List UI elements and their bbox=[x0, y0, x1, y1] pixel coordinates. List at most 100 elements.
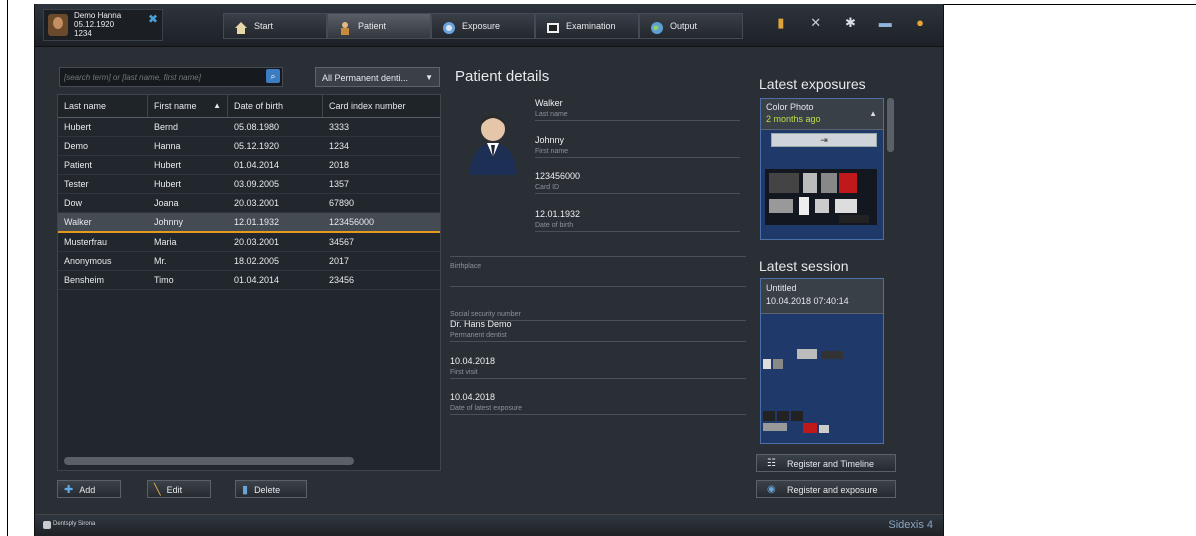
dentist-filter-value: All Permanent denti... bbox=[322, 73, 409, 83]
first-visit-value: 10.04.2018 bbox=[450, 356, 496, 366]
col-card-index[interactable]: Card index number bbox=[323, 95, 440, 117]
tab-output-label: Output bbox=[670, 21, 698, 31]
trash-icon: ▮ bbox=[242, 484, 249, 496]
patient-table: Last name First name ▲ Date of birth Car… bbox=[57, 94, 441, 471]
add-button[interactable]: ✚ Add bbox=[57, 480, 121, 498]
register-exposure-button[interactable]: ◉ Register and exposure bbox=[756, 480, 896, 498]
patient-table-header: Last name First name ▲ Date of birth Car… bbox=[58, 95, 440, 118]
globe-icon bbox=[650, 20, 664, 34]
session-thumbnail bbox=[763, 319, 879, 439]
tools-icon[interactable]: ✕ bbox=[807, 14, 825, 32]
table-cell: Johnny bbox=[154, 217, 184, 227]
delete-button-label: Delete bbox=[254, 485, 281, 495]
close-patient-icon[interactable]: ✖ bbox=[148, 12, 158, 26]
tab-start-label: Start bbox=[254, 21, 274, 31]
table-row[interactable]: Patient Hubert 01.04.2014 2018 bbox=[58, 156, 440, 175]
patient-table-body: Hubert Bernd 05.08.1980 3333 Demo Hanna 05.12.… bbox=[58, 118, 440, 290]
brand-logo: Dentsply Sirona bbox=[43, 519, 113, 533]
brand-name: Dentsply Sirona bbox=[53, 521, 96, 527]
tab-patient[interactable]: Patient bbox=[327, 13, 431, 39]
table-cell: Musterfrau bbox=[64, 237, 108, 247]
table-cell: 12.01.1932 bbox=[234, 217, 280, 227]
col-last-name[interactable]: Last name bbox=[58, 95, 148, 117]
table-cell: Walker bbox=[64, 217, 92, 227]
table-cell: 20.03.2001 bbox=[234, 198, 280, 208]
table-cell: Tester bbox=[64, 179, 89, 189]
chevron-up-icon[interactable]: ▲ bbox=[869, 109, 877, 118]
patient-search-box: ⌕ bbox=[59, 67, 283, 87]
patient-dob: 05.12.1920 bbox=[74, 20, 115, 29]
first-visit-field[interactable]: 10.04.2018 First visit bbox=[450, 354, 746, 379]
register-exposure-label: Register and exposure bbox=[787, 485, 878, 495]
table-cell: Timo bbox=[154, 275, 174, 285]
add-button-label: Add bbox=[79, 485, 96, 495]
table-row[interactable]: Demo Hanna 05.12.1920 1234 bbox=[58, 137, 440, 156]
dob-value: 12.01.1932 bbox=[535, 209, 581, 219]
home-icon bbox=[234, 20, 248, 34]
patient-details-title: Patient details bbox=[455, 68, 550, 85]
first-name-value: Johnny bbox=[535, 135, 565, 145]
table-cell: 05.12.1920 bbox=[234, 141, 280, 151]
patient-avatar bbox=[48, 14, 68, 36]
table-row[interactable]: Musterfrau Maria 20.03.2001 34567 bbox=[58, 233, 440, 252]
open-exposure-icon[interactable]: ⇥ bbox=[771, 133, 877, 147]
dentist-filter-select[interactable]: All Permanent denti... ▼ bbox=[315, 67, 440, 87]
patient-search-input[interactable] bbox=[64, 70, 244, 84]
first-name-field[interactable]: Johnny First name bbox=[535, 133, 740, 158]
latest-exposure-card[interactable]: Color Photo 2 months ago ▲ ⇥ bbox=[760, 98, 884, 240]
chevron-down-icon: ▼ bbox=[425, 73, 433, 82]
bookmark-icon[interactable]: ▮ bbox=[772, 14, 790, 32]
product-name: Sidexis 4 bbox=[888, 519, 933, 531]
tab-examination[interactable]: Examination bbox=[535, 13, 639, 39]
card-id-field[interactable]: 123456000 Card ID bbox=[535, 169, 740, 194]
table-row[interactable]: Anonymous Mr. 18.02.2005 2017 bbox=[58, 252, 440, 271]
table-cell: Maria bbox=[154, 237, 177, 247]
table-cell: Hubert bbox=[154, 160, 182, 170]
separator bbox=[450, 256, 746, 257]
table-cell: Joana bbox=[154, 198, 179, 208]
gear-icon[interactable]: ✱ bbox=[841, 14, 859, 32]
birthplace-field[interactable]: Birthplace bbox=[450, 262, 746, 287]
tab-start[interactable]: Start bbox=[223, 13, 327, 39]
register-timeline-button[interactable]: ☷ Register and Timeline bbox=[756, 454, 896, 472]
dentist-field[interactable]: Dr. Hans Demo Permanent dentist bbox=[450, 317, 746, 342]
last-name-field[interactable]: Walker Last name bbox=[535, 96, 740, 121]
horizontal-scrollbar[interactable] bbox=[64, 457, 354, 465]
table-row[interactable]: Dow Joana 20.03.2001 67890 bbox=[58, 194, 440, 213]
edit-button-label: Edit bbox=[166, 485, 183, 495]
register-timeline-label: Register and Timeline bbox=[787, 459, 875, 469]
dentist-label: Permanent dentist bbox=[450, 332, 507, 339]
col-date-of-birth[interactable]: Date of birth bbox=[228, 95, 323, 117]
tab-exposure[interactable]: Exposure bbox=[431, 13, 535, 39]
dob-field[interactable]: 12.01.1932 Date of birth bbox=[535, 207, 740, 232]
brand-mark-icon bbox=[43, 521, 51, 529]
window-icon[interactable]: ▬ bbox=[876, 14, 894, 32]
tab-output[interactable]: Output bbox=[639, 13, 743, 39]
patient-id: 1234 bbox=[74, 29, 92, 38]
table-cell: Dow bbox=[64, 198, 83, 208]
sort-ascending-icon: ▲ bbox=[213, 101, 221, 110]
table-row[interactable]: Tester Hubert 03.09.2005 1357 bbox=[58, 175, 440, 194]
info-icon[interactable]: ● bbox=[911, 14, 929, 32]
table-row[interactable]: Hubert Bernd 05.08.1980 3333 bbox=[58, 118, 440, 137]
card-id-label: Card ID bbox=[535, 184, 560, 191]
add-icon: ✚ bbox=[64, 484, 74, 496]
current-patient-box[interactable]: Demo Hanna 05.12.1920 1234 ✖ bbox=[43, 9, 163, 41]
table-cell: 34567 bbox=[329, 237, 355, 247]
exposures-scrollbar[interactable] bbox=[887, 98, 894, 152]
delete-button[interactable]: ▮ Delete bbox=[235, 480, 307, 498]
edit-button[interactable]: ╲ Edit bbox=[147, 480, 211, 498]
toolbar-icons: ▮ ✕ ✱ ▬ ● bbox=[758, 14, 929, 36]
latest-exposure-date-field[interactable]: 10.04.2018 Date of latest exposure bbox=[450, 390, 746, 415]
col-first-name[interactable]: First name ▲ bbox=[148, 95, 228, 117]
latest-session-card[interactable]: Untitled 10.04.2018 07:40:14 bbox=[760, 278, 884, 444]
table-row[interactable]: Walker Johnny 12.01.1932 123456000 bbox=[58, 213, 440, 233]
person-icon bbox=[338, 20, 352, 35]
table-cell: 123456000 bbox=[329, 217, 375, 227]
table-cell: 20.03.2001 bbox=[234, 237, 280, 247]
camera-icon bbox=[442, 20, 456, 34]
search-icon[interactable]: ⌕ bbox=[266, 69, 280, 83]
session-card-title: Untitled bbox=[766, 283, 797, 293]
dob-label: Date of birth bbox=[535, 222, 574, 229]
table-row[interactable]: Bensheim Timo 01.04.2014 23456 bbox=[58, 271, 440, 290]
